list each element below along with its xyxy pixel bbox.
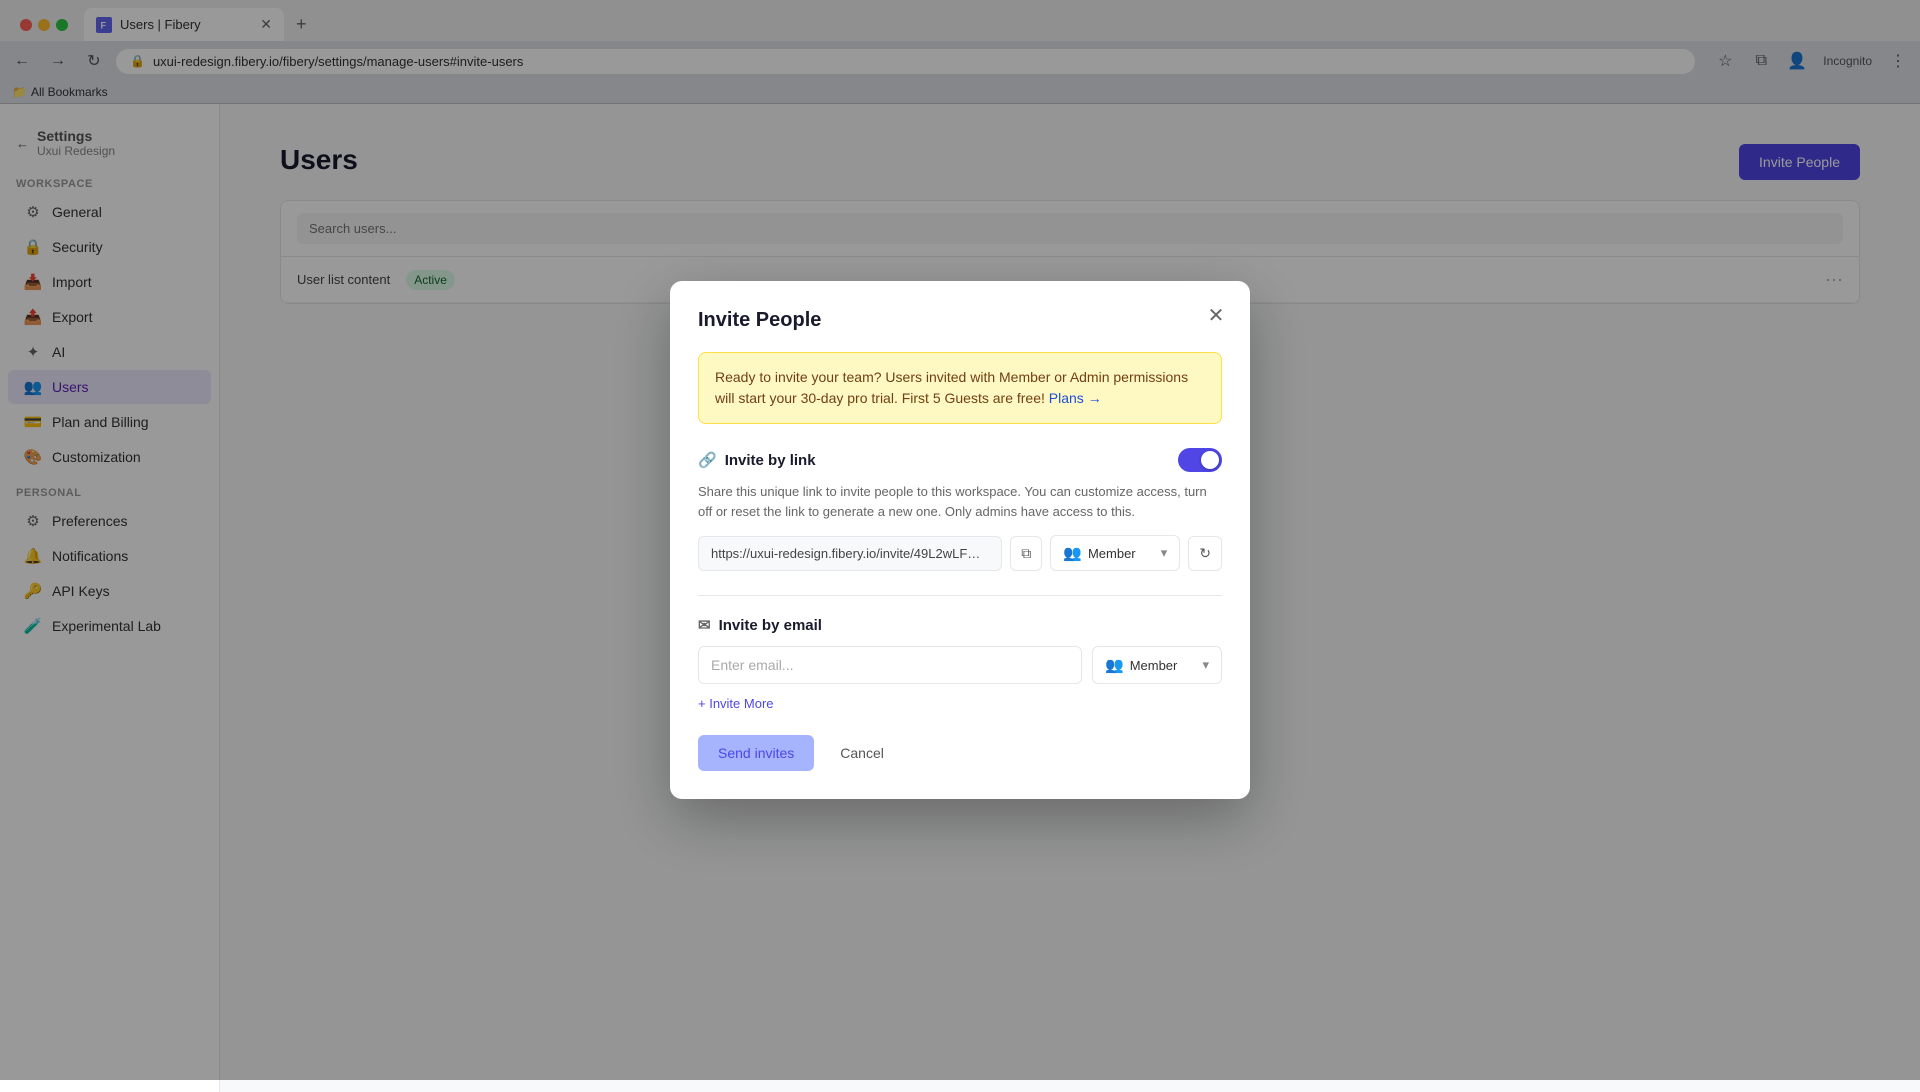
invite-by-link-toggle[interactable] [1178,448,1222,472]
link-icon: 🔗 [698,451,717,469]
banner-text: Ready to invite your team? Users invited… [715,369,1188,406]
info-banner: Ready to invite your team? Users invited… [698,352,1222,424]
email-chevron-icon: ▾ [1202,657,1209,673]
refresh-link-btn[interactable]: ↻ [1188,536,1222,571]
email-icon: ✉ [698,616,711,634]
modal-title: Invite People [698,309,1222,332]
link-input: https://uxui-redesign.fibery.io/invite/4… [698,536,1002,571]
invite-people-modal: Invite People ✕ Ready to invite your tea… [670,281,1250,799]
chevron-down-icon: ▾ [1161,545,1168,561]
link-row: https://uxui-redesign.fibery.io/invite/4… [698,535,1222,571]
invite-by-link-title: 🔗 Invite by link [698,451,816,469]
modal-close-btn[interactable]: ✕ [1202,301,1230,329]
email-member-icon: 👥 [1105,656,1124,674]
email-row: 👥 Member ▾ [698,646,1222,684]
section-divider [698,595,1222,596]
send-invites-btn[interactable]: Send invites [698,735,814,771]
invite-more-btn[interactable]: + Invite More [698,696,1222,711]
link-role-dropdown[interactable]: 👥 Member ▾ [1050,535,1180,571]
main-content: Users Invite People User list content Ac… [220,104,1920,1092]
modal-overlay: Invite People ✕ Ready to invite your tea… [220,104,1920,1080]
link-role-label: Member [1088,546,1136,561]
email-role-dropdown[interactable]: 👥 Member ▾ [1092,646,1222,684]
invite-by-link-section: 🔗 Invite by link [698,448,1222,472]
member-icon: 👥 [1063,544,1082,562]
invite-by-email-section: ✉ Invite by email [698,616,1222,634]
invite-by-link-desc: Share this unique link to invite people … [698,482,1222,521]
actions-row: Send invites Cancel [698,735,1222,771]
plans-link[interactable]: Plans → [1049,390,1102,406]
copy-link-btn[interactable]: ⧉ [1010,536,1042,571]
cancel-btn[interactable]: Cancel [824,735,900,771]
email-role-label: Member [1130,658,1178,673]
email-input[interactable] [698,646,1082,684]
